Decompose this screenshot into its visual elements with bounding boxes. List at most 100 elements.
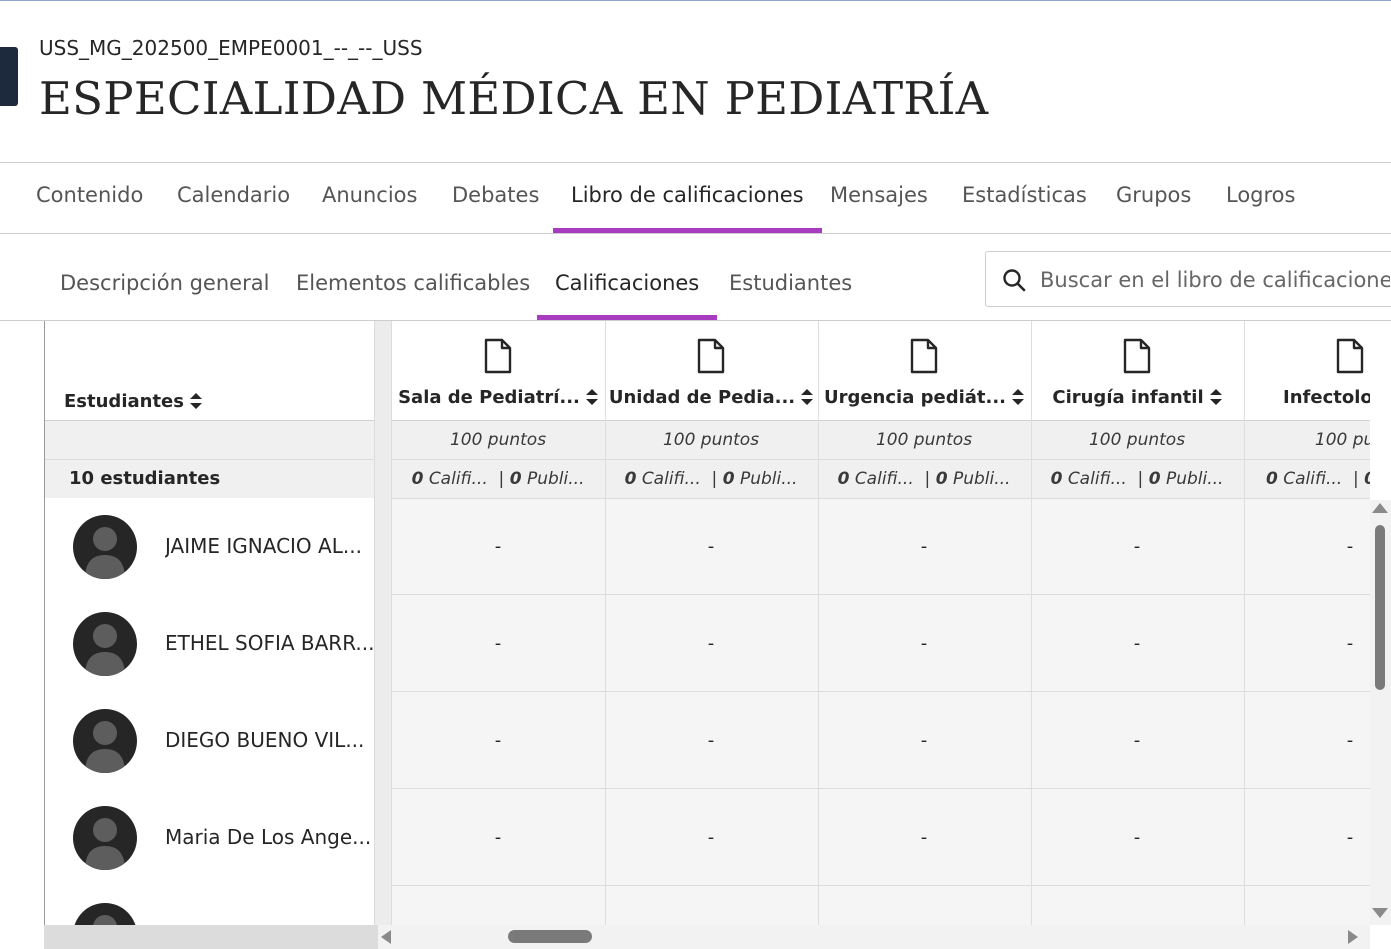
posted-label: Publi...: [739, 469, 798, 489]
scroll-down-arrow-icon[interactable]: [1372, 908, 1388, 918]
grade-cell[interactable]: -: [1031, 498, 1243, 595]
search-input[interactable]: [1038, 260, 1391, 300]
graded-label: Califi...: [1283, 469, 1343, 489]
search-icon: [1003, 269, 1026, 292]
gradebook-search[interactable]: [985, 251, 1391, 307]
grade-cell[interactable]: -: [605, 692, 817, 789]
sort-icon[interactable]: [585, 389, 598, 405]
user-avatar-icon: [73, 515, 137, 579]
posted-label: Publi...: [526, 469, 585, 489]
posted-count: 0: [935, 469, 948, 489]
nav-item-contenido[interactable]: Contenido: [36, 163, 143, 233]
user-avatar-icon: [73, 806, 137, 870]
nav-item-calendario[interactable]: Calendario: [177, 163, 290, 233]
grade-cell[interactable]: -: [1031, 789, 1243, 886]
tab-estudiantes[interactable]: Estudiantes: [729, 250, 852, 320]
document-icon: [910, 338, 938, 374]
nav-item-grupos[interactable]: Grupos: [1116, 163, 1191, 233]
grade-cell[interactable]: -: [1244, 498, 1370, 595]
grid-left-border: [44, 321, 45, 949]
course-menu-toggle[interactable]: [0, 47, 18, 106]
grade-cell[interactable]: -: [818, 498, 1030, 595]
students-column-header[interactable]: Estudiantes: [64, 391, 202, 412]
student-name[interactable]: ETHEL SOFIA BARR...: [165, 595, 375, 692]
grade-cell[interactable]: -: [818, 789, 1030, 886]
grade-cell[interactable]: -: [818, 595, 1030, 692]
scroll-right-arrow-icon[interactable]: [1348, 930, 1358, 944]
grade-cell[interactable]: -: [1244, 789, 1370, 886]
grade-cell[interactable]: -: [605, 595, 817, 692]
grade-cell[interactable]: -: [1244, 692, 1370, 789]
grade-cell[interactable]: -: [605, 498, 817, 595]
posted-count: 0: [1148, 469, 1161, 489]
nav-item-mensajes[interactable]: Mensajes: [830, 163, 928, 233]
posted-label: Publi...: [952, 469, 1011, 489]
student-name[interactable]: DIEGO BUENO VIL...: [165, 692, 375, 789]
summary-cell: 0 Califi... | 0 Publi...: [1050, 469, 1224, 489]
column-header[interactable]: Urgencia pediát...: [818, 321, 1030, 420]
tab-elementos-calificables[interactable]: Elementos calificables: [296, 250, 530, 320]
grade-cell[interactable]: -: [392, 595, 604, 692]
grade-cell[interactable]: -: [1031, 595, 1243, 692]
course-title: ESPECIALIDAD MÉDICA EN PEDIATRÍA: [39, 72, 989, 125]
grade-cell[interactable]: -: [605, 789, 817, 886]
vertical-scroll-thumb[interactable]: [1375, 525, 1385, 690]
posted-count: 0: [1364, 469, 1370, 489]
horizontal-scrollbar[interactable]: [378, 925, 1370, 949]
summary-cell: 0 Califi... | 0 Publi...: [837, 469, 1011, 489]
document-icon: [484, 338, 512, 374]
table-row: JAIME IGNACIO AL... - - - - -: [44, 498, 1370, 595]
grade-cell[interactable]: -: [392, 498, 604, 595]
user-avatar-icon: [73, 709, 137, 773]
student-cell[interactable]: JAIME IGNACIO AL...: [44, 498, 374, 595]
grade-cell[interactable]: -: [1031, 692, 1243, 789]
column-title: Urgencia pediát...: [823, 387, 1007, 408]
sort-icon[interactable]: [189, 393, 202, 409]
graded-count: 0: [411, 469, 424, 489]
sort-icon[interactable]: [1012, 389, 1025, 405]
posted-count: 0: [509, 469, 522, 489]
student-name[interactable]: JAIME IGNACIO AL...: [165, 498, 375, 595]
top-border: [0, 0, 1391, 1]
vertical-scrollbar[interactable]: [1370, 500, 1391, 925]
nav-item-libro-de-calificaciones[interactable]: Libro de calificaciones: [553, 163, 822, 233]
frozen-column-scroll-track: [44, 925, 378, 949]
sort-icon[interactable]: [801, 389, 814, 405]
horizontal-scroll-thumb[interactable]: [508, 930, 592, 943]
column-header[interactable]: Infectología I: [1244, 321, 1370, 420]
points-cell: 100 pun: [1314, 430, 1370, 450]
sort-icon[interactable]: [1209, 389, 1222, 405]
student-name[interactable]: Maria De Los Ange...: [165, 789, 375, 886]
nav-item-estadisticas[interactable]: Estadísticas: [962, 163, 1087, 233]
column-header[interactable]: Cirugía infantil: [1031, 321, 1243, 420]
student-cell[interactable]: Maria De Los Ange...: [44, 789, 374, 886]
graded-count: 0: [837, 469, 850, 489]
nav-item-anuncios[interactable]: Anuncios: [322, 163, 417, 233]
grade-cell[interactable]: -: [392, 789, 604, 886]
summary-cell: 0 Califi... | 0 Publi...: [624, 469, 798, 489]
graded-label: Califi...: [854, 469, 914, 489]
graded-count: 0: [1266, 469, 1278, 489]
scroll-up-arrow-icon[interactable]: [1372, 503, 1388, 513]
tab-descripcion-general[interactable]: Descripción general: [60, 250, 269, 320]
column-header[interactable]: Unidad de Pedia...: [605, 321, 817, 420]
document-icon: [1123, 338, 1151, 374]
graded-label: Califi...: [641, 469, 701, 489]
user-avatar-icon: [73, 612, 137, 676]
student-cell[interactable]: ETHEL SOFIA BARR...: [44, 595, 374, 692]
points-cell: 100 puntos: [875, 430, 973, 450]
course-nav: Contenido Calendario Anuncios Debates Li…: [0, 162, 1391, 234]
grade-cell[interactable]: -: [1244, 595, 1370, 692]
nav-item-logros[interactable]: Logros: [1226, 163, 1295, 233]
summary-cell: 0 Califi... | 0: [1244, 460, 1370, 498]
column-header[interactable]: Sala de Pediatrí...: [392, 321, 604, 420]
grade-cell[interactable]: -: [392, 692, 604, 789]
grade-cell[interactable]: -: [818, 692, 1030, 789]
tab-calificaciones[interactable]: Calificaciones: [536, 250, 718, 320]
grades-grid: JAIME IGNACIO AL... - - - - - ETHEL SOFI…: [44, 321, 1370, 949]
scroll-left-arrow-icon[interactable]: [381, 930, 391, 944]
points-cell: 100 puntos: [662, 430, 760, 450]
nav-item-debates[interactable]: Debates: [452, 163, 539, 233]
frozen-column-divider[interactable]: [374, 321, 392, 949]
student-cell[interactable]: DIEGO BUENO VIL...: [44, 692, 374, 789]
